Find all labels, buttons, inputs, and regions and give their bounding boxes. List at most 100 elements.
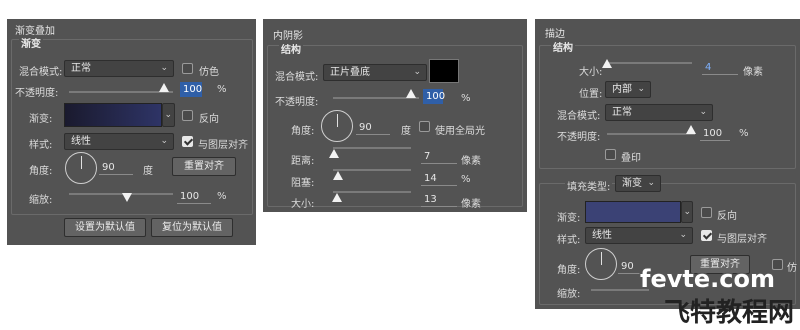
align-layer-label: 与图层对齐 bbox=[717, 234, 767, 245]
reverse-checkbox[interactable] bbox=[701, 207, 712, 218]
size-slider[interactable] bbox=[333, 191, 411, 193]
angle-unit: 度 bbox=[143, 166, 153, 177]
fill-type-select[interactable]: 渐变 ⌄ bbox=[615, 175, 661, 192]
chevron-down-icon: ⌄ bbox=[683, 207, 691, 217]
reverse-checkbox[interactable] bbox=[182, 110, 193, 121]
make-default-button[interactable]: 设置为默认值 bbox=[64, 218, 146, 237]
size-value[interactable]: 13 bbox=[421, 192, 457, 207]
opacity-label: 不透明度: bbox=[557, 132, 601, 143]
opacity-slider[interactable] bbox=[607, 133, 695, 135]
position-select[interactable]: 内部 ⌄ bbox=[605, 81, 651, 98]
watermark-site: 飞特教程网 bbox=[664, 298, 795, 328]
style-select[interactable]: 线性 ⌄ bbox=[64, 133, 174, 150]
overprint-checkbox[interactable] bbox=[605, 149, 616, 160]
choke-value[interactable]: 14 bbox=[421, 171, 457, 186]
reset-alignment-button[interactable]: 重置对齐 bbox=[172, 157, 236, 176]
slider-thumb-icon[interactable] bbox=[159, 83, 169, 92]
distance-label: 距离: bbox=[291, 156, 315, 167]
slider-thumb-icon[interactable] bbox=[332, 193, 342, 202]
scale-label: 缩放: bbox=[557, 289, 581, 300]
slider-thumb-icon[interactable] bbox=[602, 59, 612, 68]
opacity-value[interactable]: 100 bbox=[700, 126, 730, 141]
size-unit: 像素 bbox=[461, 199, 481, 210]
chevron-down-icon: ⌄ bbox=[160, 63, 168, 73]
opacity-value[interactable]: 100 bbox=[180, 82, 202, 97]
shadow-color-swatch[interactable] bbox=[429, 59, 459, 83]
blend-mode-label: 混合模式: bbox=[19, 67, 63, 78]
size-label: 大小: bbox=[291, 199, 315, 210]
group-title: 结构 bbox=[279, 41, 303, 56]
dither-label: 仿色 bbox=[199, 67, 219, 78]
scale-unit: % bbox=[217, 191, 227, 202]
gradient-dropdown[interactable]: ⌄ bbox=[162, 103, 175, 127]
position-label: 位置: bbox=[579, 89, 603, 100]
group-title: 结构 bbox=[551, 39, 575, 54]
angle-value[interactable]: 90 bbox=[356, 120, 390, 135]
angle-label: 角度: bbox=[291, 126, 315, 137]
align-layer-checkbox[interactable] bbox=[182, 136, 193, 147]
chevron-down-icon: ⌄ bbox=[699, 107, 707, 117]
chevron-down-icon: ⌄ bbox=[164, 110, 172, 120]
size-unit: 像素 bbox=[743, 67, 763, 78]
scale-value[interactable]: 100 bbox=[177, 189, 211, 204]
distance-value[interactable]: 7 bbox=[421, 149, 457, 164]
scale-slider[interactable] bbox=[69, 193, 173, 195]
reset-default-button[interactable]: 复位为默认值 bbox=[151, 218, 233, 237]
chevron-down-icon: ⌄ bbox=[413, 67, 421, 77]
opacity-slider[interactable] bbox=[69, 91, 173, 93]
reverse-label: 反向 bbox=[199, 114, 219, 125]
gradient-swatch[interactable] bbox=[64, 103, 162, 127]
angle-dial-icon[interactable] bbox=[65, 152, 97, 184]
slider-thumb-icon[interactable] bbox=[122, 193, 132, 202]
blend-mode-select[interactable]: 正常 ⌄ bbox=[64, 60, 174, 77]
watermark-domain: fevte.com bbox=[640, 265, 775, 293]
style-label: 样式: bbox=[557, 235, 581, 246]
blend-mode-select[interactable]: 正片叠底 ⌄ bbox=[323, 64, 427, 81]
dither-label: 仿 bbox=[787, 263, 797, 274]
global-light-label: 使用全局光 bbox=[435, 126, 485, 137]
slider-thumb-icon[interactable] bbox=[333, 171, 343, 180]
distance-unit: 像素 bbox=[461, 156, 481, 167]
choke-unit: % bbox=[461, 174, 471, 185]
opacity-label: 不透明度: bbox=[15, 88, 59, 99]
size-label: 大小: bbox=[579, 67, 603, 78]
opacity-unit: % bbox=[217, 84, 227, 95]
distance-slider[interactable] bbox=[333, 147, 411, 149]
angle-dial-icon[interactable] bbox=[585, 248, 617, 280]
panel-title: 描边 bbox=[545, 29, 565, 40]
chevron-down-icon: ⌄ bbox=[647, 178, 655, 188]
scale-label: 缩放: bbox=[29, 195, 53, 206]
blend-mode-label: 混合模式: bbox=[275, 72, 319, 83]
reverse-label: 反向 bbox=[717, 211, 737, 222]
gradient-swatch[interactable] bbox=[585, 201, 681, 223]
align-layer-label: 与图层对齐 bbox=[198, 140, 248, 151]
blend-mode-label: 混合模式: bbox=[557, 111, 601, 122]
align-layer-checkbox[interactable] bbox=[701, 230, 712, 241]
slider-thumb-icon[interactable] bbox=[406, 89, 416, 98]
dither-checkbox[interactable] bbox=[182, 63, 193, 74]
style-label: 样式: bbox=[29, 140, 53, 151]
angle-value[interactable]: 90 bbox=[99, 160, 133, 175]
size-value[interactable]: 4 bbox=[702, 60, 738, 75]
gradient-label: 渐变: bbox=[29, 114, 53, 125]
chevron-down-icon: ⌄ bbox=[679, 230, 687, 240]
angle-label: 角度: bbox=[29, 166, 53, 177]
inner-shadow-panel: 内阴影 结构 混合模式: 正片叠底 ⌄ 不透明度: 100 % 角度: 90 度… bbox=[263, 19, 527, 212]
slider-thumb-icon[interactable] bbox=[329, 149, 339, 158]
fill-type-label: 填充类型: bbox=[565, 178, 613, 193]
chevron-down-icon: ⌄ bbox=[160, 136, 168, 146]
style-select[interactable]: 线性 ⌄ bbox=[585, 227, 693, 244]
blend-mode-select[interactable]: 正常 ⌄ bbox=[605, 104, 713, 121]
choke-slider[interactable] bbox=[333, 169, 411, 171]
opacity-value[interactable]: 100 bbox=[423, 89, 445, 104]
chevron-down-icon: ⌄ bbox=[637, 84, 645, 94]
choke-label: 阻塞: bbox=[291, 178, 315, 189]
opacity-label: 不透明度: bbox=[275, 97, 319, 108]
angle-dial-icon[interactable] bbox=[321, 110, 353, 142]
gradient-overlay-panel: 渐变叠加 渐变 混合模式: 正常 ⌄ 仿色 不透明度: 100 % 渐变: ⌄ … bbox=[7, 19, 256, 245]
slider-thumb-icon[interactable] bbox=[686, 125, 696, 134]
gradient-dropdown[interactable]: ⌄ bbox=[681, 201, 693, 223]
opacity-unit: % bbox=[461, 93, 471, 104]
size-slider[interactable] bbox=[606, 62, 692, 64]
global-light-checkbox[interactable] bbox=[419, 121, 430, 132]
